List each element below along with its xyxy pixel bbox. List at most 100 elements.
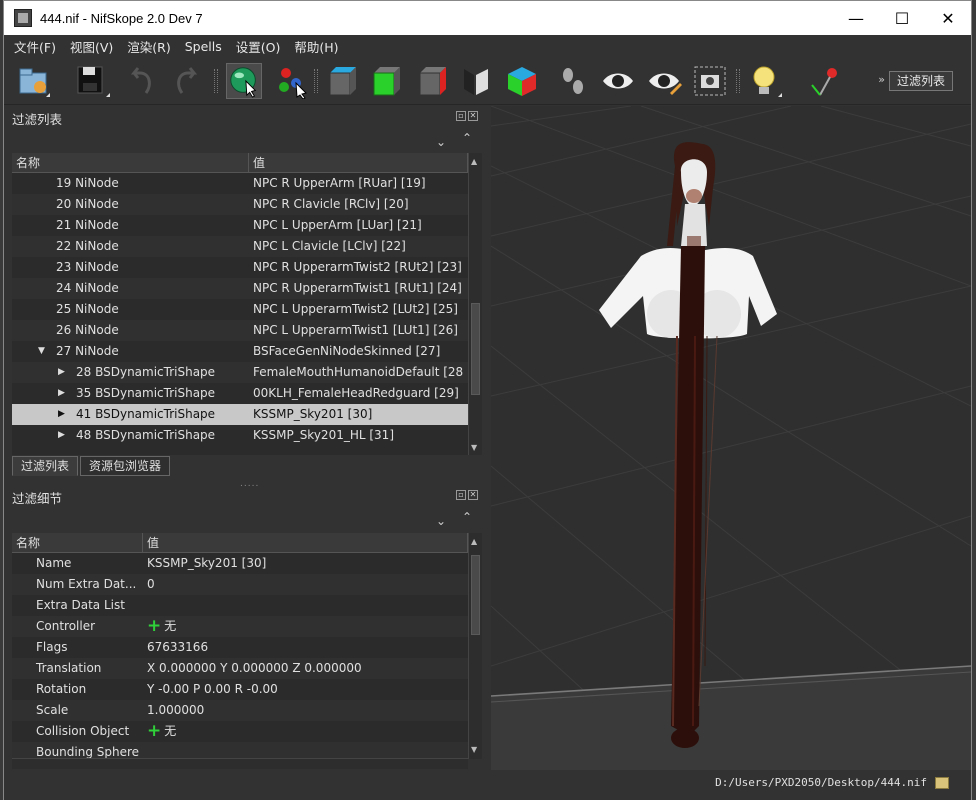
detail-value-cell[interactable]: 1.000000 bbox=[143, 700, 463, 721]
close-icon[interactable]: ✕ bbox=[468, 490, 478, 500]
view-flip-icon[interactable] bbox=[458, 63, 494, 99]
tree-row[interactable]: ▼ 27 NiNode BSFaceGenNiNodeSkinned [27] bbox=[12, 341, 482, 362]
detail-value-cell[interactable]: + 无 bbox=[143, 721, 463, 742]
walk-icon[interactable] bbox=[556, 63, 592, 99]
pin-icon[interactable] bbox=[808, 63, 844, 99]
collapse-all-icon[interactable]: ⌃ bbox=[462, 131, 472, 145]
detail-value-cell[interactable] bbox=[143, 595, 463, 616]
visibility-edit-icon[interactable] bbox=[646, 63, 682, 99]
tree-row[interactable]: 24 NiNode NPC R UpperarmTwist1 [RUt1] [24… bbox=[12, 278, 482, 299]
tree-scrollbar[interactable]: ▲ ▼ bbox=[468, 153, 482, 455]
expand-all-icon[interactable]: ⌄ bbox=[436, 514, 446, 528]
undo-icon[interactable] bbox=[124, 63, 160, 99]
filter-list-button[interactable]: 过滤列表 bbox=[888, 71, 953, 91]
detail-row[interactable]: Controller + 无 bbox=[12, 616, 482, 637]
save-icon[interactable] bbox=[74, 63, 110, 99]
scroll-thumb[interactable] bbox=[471, 303, 480, 395]
detail-value-cell[interactable]: Y -0.00 P 0.00 R -0.00 bbox=[143, 679, 463, 700]
tree-row[interactable]: 25 NiNode NPC L UpperarmTwist2 [LUt2] [25… bbox=[12, 299, 482, 320]
select-vertices-icon[interactable] bbox=[274, 63, 310, 99]
expand-arrow-icon[interactable]: ▶ bbox=[58, 425, 65, 446]
column-header-name[interactable]: 名称 bbox=[12, 533, 143, 552]
menu-render[interactable]: 渲染(R) bbox=[127, 37, 170, 56]
collapse-all-icon[interactable]: ⌃ bbox=[462, 510, 472, 524]
add-link-icon[interactable]: + bbox=[147, 721, 161, 742]
tree-row[interactable]: 20 NiNode NPC R Clavicle [RClv] [20] bbox=[12, 194, 482, 215]
view-front-icon[interactable] bbox=[368, 63, 404, 99]
toolbar-overflow-icon[interactable]: » bbox=[878, 73, 885, 86]
window-title: 444.nif - NifSkope 2.0 Dev 7 bbox=[40, 10, 203, 26]
render-viewport[interactable] bbox=[491, 106, 971, 770]
folder-icon[interactable] bbox=[935, 777, 949, 789]
detail-value-cell[interactable] bbox=[143, 742, 463, 759]
vertical-splitter[interactable] bbox=[484, 106, 491, 770]
redo-icon[interactable] bbox=[168, 63, 204, 99]
tree-row[interactable]: 19 NiNode NPC R UpperArm [RUar] [19] bbox=[12, 173, 482, 194]
expand-arrow-icon[interactable]: ▶ bbox=[58, 383, 65, 404]
perspective-cube-icon[interactable] bbox=[504, 63, 540, 99]
add-link-icon[interactable]: + bbox=[147, 616, 161, 637]
close-button[interactable]: ✕ bbox=[925, 1, 971, 35]
minimize-button[interactable]: — bbox=[833, 1, 879, 35]
detail-value-cell[interactable]: X 0.000000 Y 0.000000 Z 0.000000 bbox=[143, 658, 463, 679]
menu-help[interactable]: 帮助(H) bbox=[294, 37, 338, 56]
title-bar[interactable]: 444.nif - NifSkope 2.0 Dev 7 — ☐ ✕ bbox=[4, 1, 971, 35]
tree-cell-value: 00KLH_FemaleHeadRedguard [29] bbox=[253, 386, 459, 400]
lighting-icon[interactable] bbox=[746, 63, 782, 99]
column-header-value[interactable]: 值 bbox=[249, 153, 468, 172]
scroll-up-icon[interactable]: ▲ bbox=[471, 537, 477, 546]
detail-row[interactable]: Translation X 0.000000 Y 0.000000 Z 0.000… bbox=[12, 658, 482, 679]
float-icon[interactable]: ▫ bbox=[456, 111, 466, 121]
tree-row[interactable]: 22 NiNode NPC L Clavicle [LClv] [22] bbox=[12, 236, 482, 257]
splitter-grip[interactable]: ..... bbox=[240, 479, 259, 489]
details-scrollbar[interactable]: ▲ ▼ bbox=[468, 533, 482, 759]
menu-view[interactable]: 视图(V) bbox=[70, 37, 113, 56]
detail-value-cell[interactable]: 67633166 bbox=[143, 637, 463, 658]
tree-row[interactable]: ▶ 28 BSDynamicTriShape FemaleMouthHumanoid… bbox=[12, 362, 482, 383]
menu-file[interactable]: 文件(F) bbox=[14, 37, 56, 56]
tab-resource-browser[interactable]: 资源包浏览器 bbox=[80, 456, 171, 476]
tree-row[interactable]: ▶ 35 BSDynamicTriShape 00KLH_FemaleHeadRed… bbox=[12, 383, 482, 404]
column-header-value[interactable]: 值 bbox=[143, 533, 468, 552]
menu-settings[interactable]: 设置(O) bbox=[236, 37, 281, 56]
detail-value-cell[interactable]: 0 bbox=[143, 574, 463, 595]
viewport-canvas[interactable] bbox=[491, 106, 971, 770]
maximize-button[interactable]: ☐ bbox=[879, 1, 925, 35]
detail-row[interactable]: Num Extra Dat... 0 bbox=[12, 574, 482, 595]
scroll-up-icon[interactable]: ▲ bbox=[471, 157, 477, 166]
scroll-thumb[interactable] bbox=[471, 555, 480, 635]
tree-row[interactable]: 26 NiNode NPC L UpperarmTwist1 [LUt1] [26… bbox=[12, 320, 482, 341]
menu-spells[interactable]: Spells bbox=[185, 39, 222, 54]
tab-filter-list[interactable]: 过滤列表 bbox=[12, 456, 79, 476]
details-horizontal-scrollbar[interactable] bbox=[12, 758, 468, 769]
detail-row[interactable]: Bounding Sphere bbox=[12, 742, 482, 759]
detail-row[interactable]: Extra Data List bbox=[12, 595, 482, 616]
column-header-name[interactable]: 名称 bbox=[12, 153, 249, 172]
scroll-down-icon[interactable]: ▼ bbox=[471, 745, 477, 754]
expand-all-icon[interactable]: ⌄ bbox=[436, 135, 446, 149]
tree-cell-name: 24 NiNode bbox=[12, 278, 249, 299]
detail-row[interactable]: Scale 1.000000 bbox=[12, 700, 482, 721]
float-icon[interactable]: ▫ bbox=[456, 490, 466, 500]
tree-row[interactable]: 23 NiNode NPC R UpperarmTwist2 [RUt2] [23… bbox=[12, 257, 482, 278]
collapse-arrow-icon[interactable]: ▼ bbox=[38, 341, 45, 362]
expand-arrow-icon[interactable]: ▶ bbox=[58, 404, 65, 425]
expand-arrow-icon[interactable]: ▶ bbox=[58, 362, 65, 383]
close-icon[interactable]: ✕ bbox=[468, 111, 478, 121]
detail-row[interactable]: Flags 67633166 bbox=[12, 637, 482, 658]
tree-row[interactable]: ▶ 48 BSDynamicTriShape KSSMP_Sky201_HL [31… bbox=[12, 425, 482, 446]
tree-row-selected[interactable]: ▶ 41 BSDynamicTriShape KSSMP_Sky201 [30] bbox=[12, 404, 482, 425]
view-top-icon[interactable] bbox=[324, 63, 360, 99]
detail-value-cell[interactable]: + 无 bbox=[143, 616, 463, 637]
view-side-icon[interactable] bbox=[414, 63, 450, 99]
detail-row[interactable]: Name KSSMP_Sky201 [30] bbox=[12, 553, 482, 574]
detail-row[interactable]: Collision Object + 无 bbox=[12, 721, 482, 742]
visibility-icon[interactable] bbox=[600, 63, 636, 99]
detail-value-cell[interactable]: KSSMP_Sky201 [30] bbox=[143, 553, 463, 574]
scroll-down-icon[interactable]: ▼ bbox=[471, 443, 477, 452]
screenshot-icon[interactable] bbox=[692, 63, 728, 99]
select-icon[interactable] bbox=[226, 63, 262, 99]
open-file-icon[interactable] bbox=[16, 63, 52, 99]
tree-row[interactable]: 21 NiNode NPC L UpperArm [LUar] [21] bbox=[12, 215, 482, 236]
detail-row[interactable]: Rotation Y -0.00 P 0.00 R -0.00 bbox=[12, 679, 482, 700]
